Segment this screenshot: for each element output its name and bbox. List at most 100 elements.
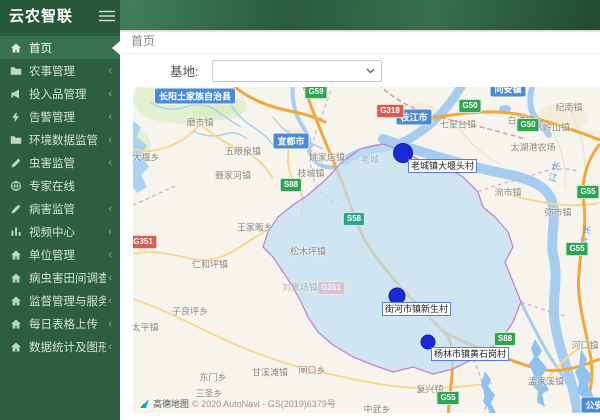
active-arrow-icon — [112, 40, 120, 55]
chevron-left-icon: ‹ — [108, 87, 112, 100]
road-badge: G351 — [317, 281, 345, 295]
chevron-left-icon: ‹ — [108, 133, 112, 146]
app-window: 云农智联 首页农事管理 ‹ 投入品管理 ‹ 告警管理 ‹ 环境数据监管 ‹ 虫害监管 ‹ 专家在线病… — [0, 0, 600, 420]
town-label: 弥市镇 — [544, 207, 572, 218]
road-badge: S88 — [279, 178, 303, 192]
sidebar-item-label: 投入品管理 — [29, 88, 87, 101]
sidebar-item-label: 环境数据监管 — [29, 134, 98, 147]
sidebar-item-label: 首页 — [29, 42, 52, 55]
road-badge: G50 — [516, 118, 540, 132]
base-select[interactable] — [212, 59, 383, 82]
city-label: 问安镇 — [490, 87, 526, 97]
folder-icon — [10, 65, 22, 77]
home-icon — [10, 249, 22, 261]
breadcrumb: 首页 — [120, 30, 600, 54]
sidebar-item-label: 专家在线 — [29, 180, 75, 193]
town-label: 子良坪乡 — [171, 306, 209, 317]
chevron-left-icon: ‹ — [108, 225, 112, 238]
sidebar-item-label: 农事管理 — [29, 65, 75, 78]
sidebar-item-label: 数据统计及图形分析 — [29, 341, 107, 354]
sidebar-item-4[interactable]: 环境数据监管 ‹ — [0, 128, 120, 151]
map-attribution: 高德地图 © 2020 AutoNavi - GS(2019)6379号 — [139, 397, 336, 410]
town-label: 大堰乡 — [133, 152, 160, 163]
town-label: 纪南镇 — [555, 102, 583, 113]
sidebar-item-label: 病害监管 — [29, 203, 75, 216]
base-label: 基地: — [170, 65, 199, 79]
town-label: 刘家场镇 — [281, 282, 319, 293]
town-label: 河口镇 — [571, 340, 599, 351]
town-label: 太湖港农场 — [510, 142, 556, 153]
folder-icon — [10, 134, 22, 146]
sidebar-item-8[interactable]: 视频中心 ‹ — [0, 220, 120, 243]
sidebar-item-1[interactable]: 农事管理 ‹ — [0, 59, 120, 82]
sidebar-item-12[interactable]: 每日表格上传 ‹ — [0, 312, 120, 335]
town-label: 仁和坪镇 — [191, 259, 229, 270]
marker-label[interactable]: 老城镇大堰头村 — [408, 159, 478, 173]
hamburger-menu-icon[interactable] — [99, 9, 115, 22]
sidebar-item-label: 视频中心 — [29, 226, 75, 239]
sidebar-item-7[interactable]: 病害监管 ‹ — [0, 197, 120, 220]
chevron-left-icon: ‹ — [108, 317, 112, 330]
chevron-left-icon: ‹ — [108, 294, 112, 307]
sidebar-item-label: 单位管理 — [29, 249, 75, 262]
road-badge: G351 — [133, 235, 157, 249]
road-badge: G59 — [304, 87, 328, 99]
sidebar-item-label: 虫害监管 — [29, 157, 75, 170]
sidebar-item-label: 病虫害田间调查数据 — [29, 272, 107, 285]
map-overlays: 磨市镇大堰乡五眼泉镇聂家河镇姚家店镇枝城镇老城白洋镇七星台镇太湖港农场八岭山镇纪… — [133, 87, 600, 413]
home-icon — [10, 295, 22, 307]
town-label: 姚家店镇 — [308, 152, 346, 163]
chevron-left-icon: ‹ — [108, 340, 112, 353]
app-title: 云农智联 — [9, 7, 74, 25]
river-label: 长江 — [545, 160, 562, 186]
chevron-down-icon — [366, 68, 375, 74]
road-badge: S88 — [493, 332, 517, 346]
sidebar-nav: 首页 农事管理 ‹ 投入品管理 ‹ 告警管理 ‹ 环境数据监管 ‹ 虫害监管 ‹ 专家在线 病害监管 ‹ 视… — [0, 30, 120, 358]
marker-label[interactable]: 杨林市镇黄石岗村 — [431, 347, 510, 361]
town-label: 太平镇 — [133, 322, 159, 333]
pencil-icon — [10, 203, 22, 215]
home-icon — [10, 341, 22, 353]
sidebar-item-0[interactable]: 首页 — [0, 36, 120, 59]
amap-brand[interactable]: 高德地图 — [153, 397, 189, 410]
megaphone-icon — [10, 88, 22, 100]
chevron-left-icon: ‹ — [108, 271, 112, 284]
home-icon — [10, 42, 22, 54]
road-badge: G55 — [436, 391, 460, 405]
marker-label[interactable]: 街河市镇新生村 — [382, 302, 452, 316]
sidebar-item-11[interactable]: 监督管理与服务系统‹ — [0, 289, 120, 312]
town-label: 涴市镇 — [494, 187, 522, 198]
town-label: 老城 — [360, 154, 380, 165]
sidebar-item-10[interactable]: 病虫害田间调查数据‹ — [0, 266, 120, 289]
sidebar-item-9[interactable]: 单位管理 ‹ — [0, 243, 120, 266]
road-badge: G318 — [376, 104, 404, 118]
town-label: 聂家河镇 — [214, 170, 252, 181]
sidebar-item-13[interactable]: 数据统计及图形分析‹ — [0, 335, 120, 358]
town-label: 闸口乡 — [298, 365, 326, 376]
chevron-left-icon: ‹ — [108, 156, 112, 169]
chart-icon — [10, 226, 22, 238]
sidebar-item-3[interactable]: 告警管理 ‹ — [0, 105, 120, 128]
top-header: 云农智联 — [0, 0, 600, 30]
town-label: 中武乡 — [363, 404, 391, 414]
town-label: 王家畈乡 — [236, 222, 274, 233]
sidebar-item-6[interactable]: 专家在线 — [0, 174, 120, 197]
town-label: 磨市镇 — [186, 117, 214, 128]
road-badge: S58 — [342, 212, 366, 226]
sidebar-item-label: 每日表格上传 — [29, 318, 98, 331]
sidebar-item-5[interactable]: 虫害监管 ‹ — [0, 151, 120, 174]
sidebar: 首页 农事管理 ‹ 投入品管理 ‹ 告警管理 ‹ 环境数据监管 ‹ 虫害监管 ‹ 专家在线 病害监管 ‹ 视… — [0, 30, 120, 420]
town-label: 五眼泉镇 — [224, 146, 262, 157]
town-label: 枝城镇 — [297, 168, 325, 179]
pencil-icon — [10, 157, 22, 169]
chevron-left-icon: ‹ — [108, 110, 112, 123]
sidebar-item-2[interactable]: 投入品管理 ‹ — [0, 82, 120, 105]
globe-icon — [10, 180, 22, 192]
chevron-left-icon: ‹ — [108, 64, 112, 77]
map-copyright: © 2020 AutoNavi - GS(2019)6379号 — [192, 399, 336, 409]
town-label: 甘溪滩镇 — [251, 367, 289, 378]
map-canvas[interactable]: 磨市镇大堰乡五眼泉镇聂家河镇姚家店镇枝城镇老城白洋镇七星台镇太湖港农场八岭山镇纪… — [133, 87, 600, 413]
breadcrumb-item-home[interactable]: 首页 — [131, 34, 155, 48]
sidebar-item-label: 告警管理 — [29, 111, 75, 124]
town-label: 孟家溪镇 — [527, 376, 565, 387]
